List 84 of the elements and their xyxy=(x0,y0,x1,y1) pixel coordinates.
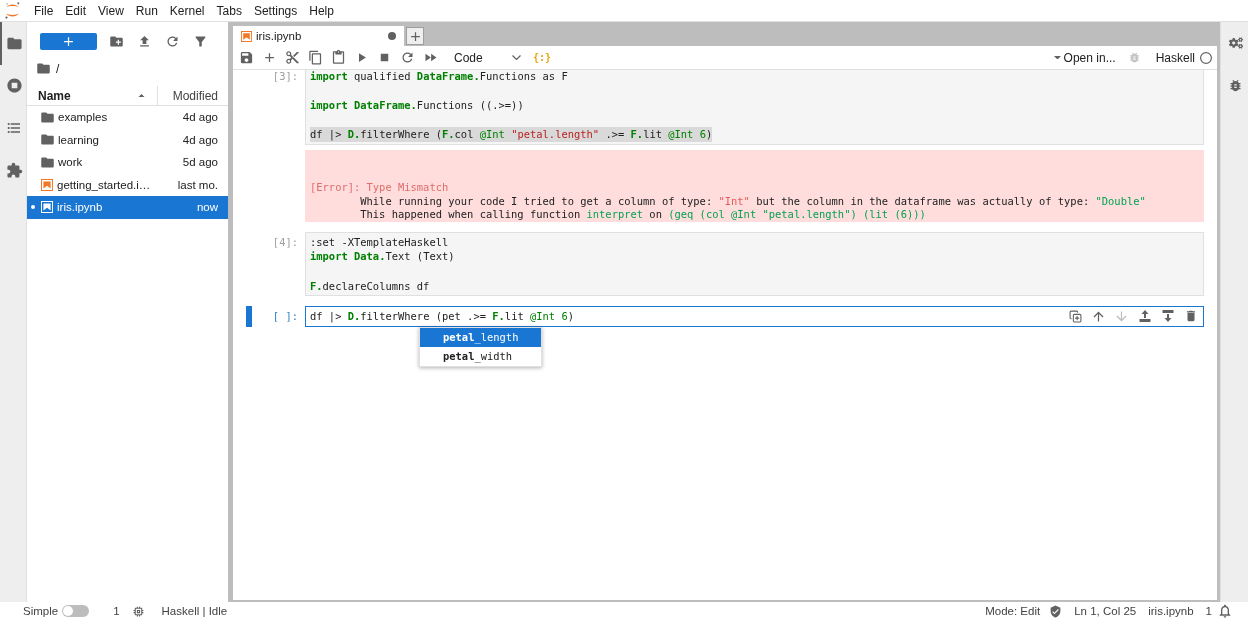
cell-prompt: [ ]: xyxy=(272,310,298,323)
folder-icon xyxy=(36,61,51,76)
notebook-icon xyxy=(41,178,53,191)
code-line: :set -XTemplateHaskell xyxy=(310,234,449,250)
notebook-icon xyxy=(241,30,252,42)
menu-item[interactable]: Edit xyxy=(59,0,93,21)
notifications-button[interactable]: 1 xyxy=(1205,602,1233,620)
menu-item[interactable]: Run xyxy=(129,0,164,21)
notebook-icon xyxy=(41,201,53,214)
switch-label: Simple xyxy=(23,605,59,617)
file-name: work xyxy=(58,156,83,169)
cell-type-dropdown[interactable]: Code xyxy=(448,47,525,68)
refresh-icon xyxy=(164,34,180,49)
modified-time: last mo. xyxy=(177,178,218,191)
bug-icon xyxy=(1228,78,1243,94)
puzzle-piece-icon xyxy=(5,162,23,180)
column-header[interactable]: Name xyxy=(27,86,158,105)
menu-item[interactable]: Tabs xyxy=(210,0,248,21)
kernel-name-button[interactable]: Haskell xyxy=(1155,47,1195,68)
file-list-item[interactable]: examples 4d ago xyxy=(27,106,228,129)
editor-mode: Mode: Edit xyxy=(985,605,1041,617)
new-tab-button[interactable] xyxy=(406,27,424,45)
modified-time: 4d ago xyxy=(182,111,218,124)
breadcrumb-path[interactable]: / xyxy=(56,61,60,76)
cell-prompt: [4]: xyxy=(272,235,298,248)
cursor-position[interactable]: Ln 1, Col 25 xyxy=(1074,605,1137,617)
code-input[interactable]: df |> D.filterWhere (pet .>= F.lit @Int 6) xyxy=(305,306,1204,327)
menu-item[interactable]: Settings xyxy=(247,0,304,21)
code-line: import qualified DataFrame.Functions as F xyxy=(310,70,568,84)
chevron-down-icon xyxy=(512,55,521,60)
menu-item[interactable]: View xyxy=(92,0,130,21)
completion-item[interactable]: petal_length xyxy=(420,327,541,347)
clipboard-icon xyxy=(331,50,346,65)
code-line: import DataFrame.Functions ((.>=)) xyxy=(310,98,524,113)
cell-prompt: [3]: xyxy=(272,70,298,82)
code-input[interactable]: import qualified DataFrame.Functions as F import DataFrame.Functions ((.>=)) df |> D.filterWhere (F.col @Int "petal.length" .>= F.lit @Int 6) xyxy=(305,70,1204,145)
file-list-item[interactable]: learning 4d ago xyxy=(27,128,228,151)
chip-icon xyxy=(131,604,145,618)
plus-icon xyxy=(61,34,76,49)
code-line: F.declareColumns df xyxy=(310,278,430,294)
folder-icon xyxy=(40,132,55,148)
output-line: [Error]: Type Mismatch xyxy=(310,180,449,195)
refresh-icon xyxy=(400,50,415,65)
code-line: import Data.Text (Text) xyxy=(310,249,455,264)
copy-plus-icon xyxy=(1069,309,1082,323)
output-line: While running your code I tried to get a column of type: "Int" but the column in the dataframe was actually of type: "Double" xyxy=(360,194,1146,209)
document-tab[interactable]: iris.ipynb xyxy=(233,26,404,46)
file-name: getting_started.i… xyxy=(57,178,151,191)
file-list-item[interactable]: iris.ipynb now xyxy=(27,196,228,219)
menu-item[interactable]: Kernel xyxy=(163,0,211,21)
folder-plus-icon xyxy=(108,34,124,49)
unsaved-dot-icon[interactable] xyxy=(388,32,396,40)
output-line: This happened when calling function interpret on (geq (col @Int "petal.length") (lit (6))) xyxy=(360,208,926,222)
new-launcher-button[interactable] xyxy=(40,33,97,50)
shield-check-icon[interactable] xyxy=(1049,604,1063,618)
copy-icon xyxy=(308,50,323,65)
bell-icon xyxy=(1217,603,1233,619)
code-line: df |> D.filterWhere (pet .>= F.lit @Int 6) xyxy=(310,309,574,324)
modified-time: 5d ago xyxy=(182,156,218,169)
file-name: iris.ipynb xyxy=(1148,605,1194,617)
save-icon xyxy=(239,50,254,65)
bug-icon xyxy=(1127,51,1141,64)
file-list-item[interactable]: getting_started.i… last mo. xyxy=(27,173,228,196)
file-name: learning xyxy=(58,133,99,146)
file-name: iris.ipynb xyxy=(57,201,103,214)
plus-icon xyxy=(262,50,277,65)
running-terminals-item[interactable]: 1 xyxy=(113,602,145,620)
file-list-item[interactable]: work 5d ago xyxy=(27,151,228,174)
file-name: examples xyxy=(58,111,108,124)
menu-item[interactable]: File xyxy=(28,0,60,21)
kernel-status[interactable]: Haskell | Idle xyxy=(161,605,228,617)
modified-time: now xyxy=(196,201,218,214)
menu-item[interactable]: Help xyxy=(303,0,340,21)
caret-icon xyxy=(1053,55,1061,60)
modified-time: 4d ago xyxy=(182,133,218,146)
logo-icon xyxy=(5,2,20,19)
active-cell-bar xyxy=(246,306,252,327)
scissors-icon xyxy=(285,50,300,65)
gears-icon xyxy=(1228,36,1243,51)
open-in-button[interactable]: Open in... xyxy=(1053,47,1116,68)
column-header[interactable]: Modified xyxy=(158,86,228,105)
insert-above-icon xyxy=(1138,310,1151,323)
simple-mode-switch[interactable] xyxy=(62,605,90,617)
insert-below-icon xyxy=(1161,310,1174,323)
